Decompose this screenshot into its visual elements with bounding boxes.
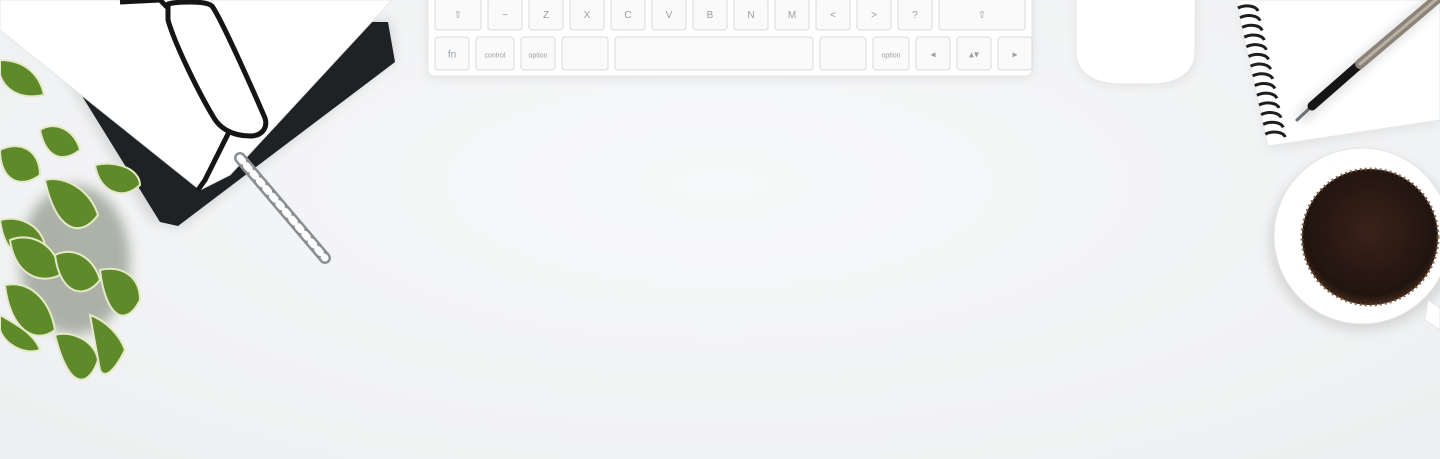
coffee-cup-icon <box>1270 147 1440 331</box>
key-label: M <box>788 10 796 21</box>
keyboard-key: B <box>692 0 728 31</box>
key-label: N <box>747 10 754 21</box>
keyboard-key: C <box>610 0 646 31</box>
key-label: ? <box>912 10 918 21</box>
keyboard-key: ~ <box>487 0 523 31</box>
key-label: B <box>707 10 714 21</box>
desk-illustration: ⇧ ~ Z X C V B N M < >? ⇧ fn control option option ◂ ▴▾ ▸ <box>0 0 1440 381</box>
keyboard-key: V <box>651 0 687 31</box>
key-label: C <box>624 10 631 21</box>
key-label: ▸ <box>1012 50 1017 61</box>
keyboard-key <box>614 36 814 71</box>
keyboard-row-2: fn control option option ◂ ▴▾ ▸ <box>434 36 1033 71</box>
key-label: < <box>830 10 836 21</box>
keyboard-key: < <box>815 0 851 31</box>
key-label: ⇧ <box>978 10 986 21</box>
pen-icon <box>234 152 331 264</box>
keyboard-key: option <box>520 36 556 71</box>
keyboard-key: control <box>475 36 515 71</box>
key-label: option <box>528 53 547 60</box>
keyboard-key <box>561 36 609 71</box>
keyboard-key: option <box>872 36 910 71</box>
keyboard-key: Z <box>528 0 564 31</box>
keyboard-key <box>819 36 867 71</box>
key-label: X <box>584 10 591 21</box>
key-label: ▴▾ <box>969 50 979 61</box>
keyboard: ⇧ ~ Z X C V B N M < >? ⇧ fn control option option ◂ ▴▾ ▸ <box>427 0 1033 78</box>
mouse-icon <box>1075 0 1196 85</box>
key-label: V <box>666 10 673 21</box>
key-label: fn <box>448 50 456 61</box>
keyboard-key: N <box>733 0 769 31</box>
key-label: option <box>881 53 900 60</box>
keyboard-key: > <box>856 0 892 31</box>
keyboard-key: X <box>569 0 605 31</box>
key-label: ⇧ <box>454 10 462 21</box>
keyboard-key: ▴▾ <box>956 36 992 71</box>
desk-scene: ⇧ ~ Z X C V B N M < >? ⇧ fn control option option ◂ ▴▾ ▸ <box>0 0 1440 459</box>
key-label: ~ <box>502 10 508 21</box>
key-label: Z <box>543 10 549 21</box>
key-label: > <box>871 10 877 21</box>
keyboard-key: ▸ <box>997 36 1033 71</box>
keyboard-key: ⇧ <box>434 0 482 31</box>
keyboard-key: ⇧ <box>938 0 1026 31</box>
keyboard-key: fn <box>434 36 470 71</box>
key-label: control <box>484 53 505 60</box>
key-label: ◂ <box>930 50 935 61</box>
keyboard-key: ? <box>897 0 933 31</box>
keyboard-key: M <box>774 0 810 31</box>
keyboard-key: ◂ <box>915 36 951 71</box>
